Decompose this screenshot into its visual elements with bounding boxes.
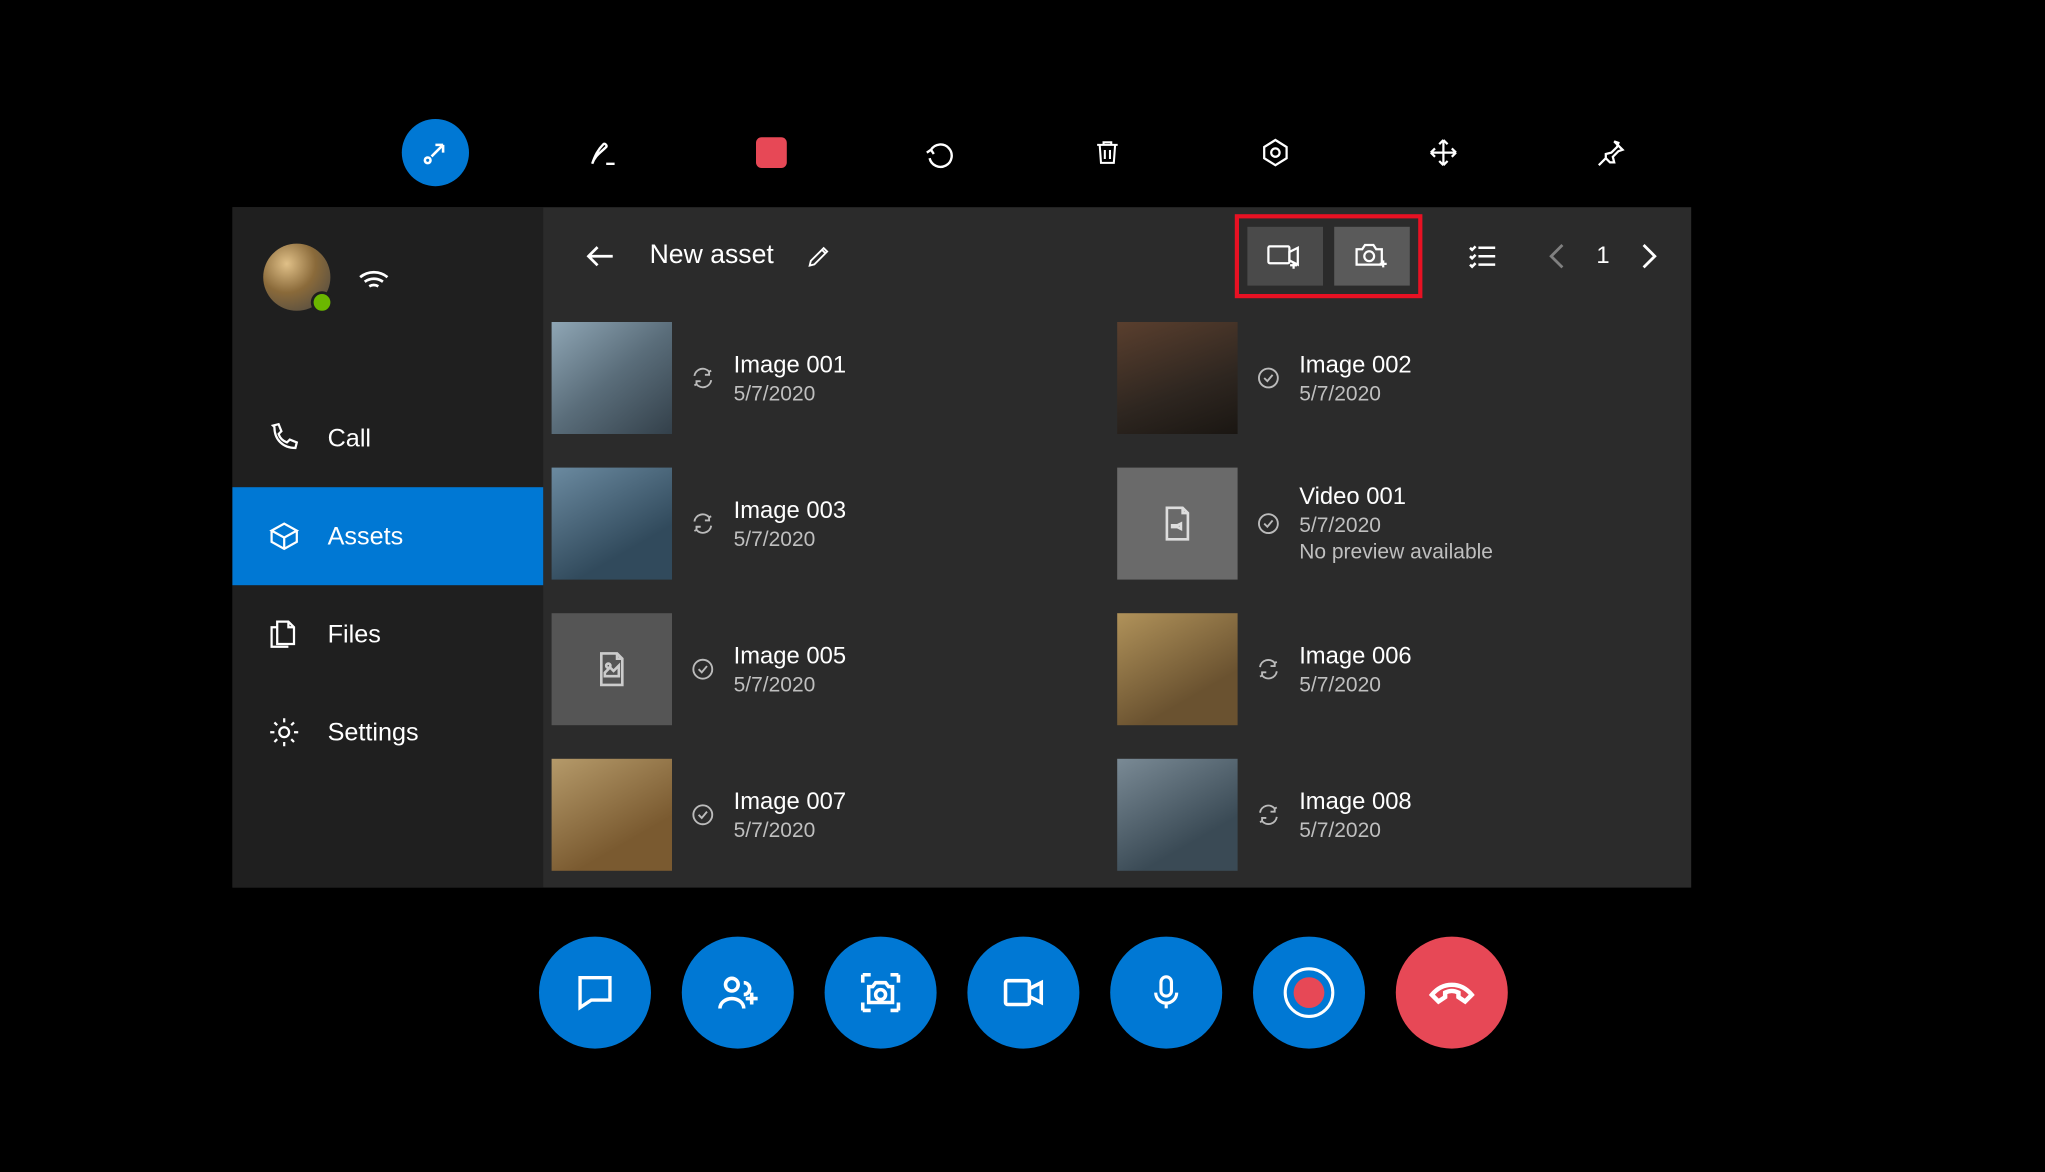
sidebar-label: Settings [328, 718, 419, 747]
asset-date: 5/7/2020 [734, 527, 846, 551]
shape-button[interactable] [1241, 119, 1308, 186]
asset-note: No preview available [1299, 540, 1493, 564]
color-button[interactable] [737, 119, 804, 186]
sidebar: Call Assets Files Settings [232, 207, 543, 887]
sidebar-label: Assets [328, 522, 404, 551]
page-number: 1 [1590, 242, 1615, 270]
asset-date: 5/7/2020 [1299, 514, 1493, 538]
move-button[interactable] [1409, 119, 1476, 186]
page-title: New asset [650, 241, 774, 272]
asset-title: Image 003 [734, 496, 846, 524]
take-photo-button[interactable] [1334, 227, 1410, 286]
add-people-button[interactable] [681, 937, 793, 1049]
pin-button[interactable] [1577, 119, 1644, 186]
color-swatch-red [755, 137, 786, 168]
phone-icon [266, 420, 302, 456]
asset-title: Image 001 [734, 351, 846, 379]
presence-indicator [311, 291, 333, 313]
collapse-arrow-button[interactable] [401, 119, 468, 186]
sidebar-item-assets[interactable]: Assets [232, 487, 543, 585]
sidebar-item-settings[interactable]: Settings [232, 683, 543, 781]
profile-row[interactable] [232, 232, 543, 322]
check-icon [1254, 511, 1282, 536]
sidebar-label: Files [328, 620, 381, 649]
sync-icon [689, 511, 717, 536]
asset-item[interactable]: Image 008 5/7/2020 [1117, 748, 1683, 882]
ink-button[interactable] [569, 119, 636, 186]
video-button[interactable] [967, 937, 1079, 1049]
asset-thumbnail [1117, 759, 1237, 871]
sidebar-item-call[interactable]: Call [232, 389, 543, 487]
network-icon [356, 259, 392, 295]
asset-item[interactable]: Image 005 5/7/2020 [552, 602, 1118, 736]
asset-grid: Image 001 5/7/2020 Image 002 5/7/2020 Im… [543, 305, 1691, 887]
asset-date: 5/7/2020 [1299, 382, 1411, 406]
sync-icon [689, 365, 717, 390]
asset-thumbnail [552, 322, 672, 434]
asset-item[interactable]: Image 002 5/7/2020 [1117, 311, 1683, 445]
sidebar-item-files[interactable]: Files [232, 585, 543, 683]
asset-date: 5/7/2020 [734, 673, 846, 697]
main-panel: Call Assets Files Settings New asset [232, 207, 1691, 887]
delete-button[interactable] [1073, 119, 1140, 186]
back-button[interactable] [580, 238, 622, 274]
sidebar-label: Call [328, 424, 371, 453]
select-mode-button[interactable] [1462, 239, 1504, 273]
asset-date: 5/7/2020 [734, 818, 846, 842]
mic-button[interactable] [1110, 937, 1222, 1049]
capture-button[interactable] [824, 937, 936, 1049]
asset-title: Image 007 [734, 788, 846, 816]
record-indicator [1293, 977, 1324, 1008]
annotation-toolbar [0, 119, 2045, 186]
content-header: New asset 1 [543, 207, 1691, 305]
chat-button[interactable] [538, 937, 650, 1049]
page-next-button[interactable] [1635, 242, 1663, 270]
check-icon [1254, 365, 1282, 390]
record-button[interactable] [1252, 937, 1364, 1049]
asset-date: 5/7/2020 [1299, 673, 1411, 697]
asset-title: Video 001 [1299, 483, 1493, 511]
avatar [263, 244, 330, 311]
asset-thumbnail-placeholder [552, 613, 672, 725]
asset-thumbnail-placeholder [1117, 468, 1237, 580]
asset-item[interactable]: Image 001 5/7/2020 [552, 311, 1118, 445]
asset-title: Image 006 [1299, 642, 1411, 670]
asset-title: Image 008 [1299, 788, 1411, 816]
check-icon [689, 657, 717, 682]
check-icon [689, 802, 717, 827]
files-icon [266, 616, 302, 652]
undo-button[interactable] [905, 119, 972, 186]
hangup-button[interactable] [1395, 937, 1507, 1049]
edit-title-button[interactable] [805, 242, 833, 270]
asset-item[interactable]: Image 003 5/7/2020 [552, 456, 1118, 590]
pager: 1 [1543, 242, 1663, 270]
asset-item[interactable]: Image 007 5/7/2020 [552, 748, 1118, 882]
record-video-button[interactable] [1247, 227, 1323, 286]
asset-date: 5/7/2020 [1299, 818, 1411, 842]
sync-icon [1254, 657, 1282, 682]
sync-icon [1254, 802, 1282, 827]
asset-date: 5/7/2020 [734, 382, 846, 406]
asset-thumbnail [1117, 322, 1237, 434]
asset-item[interactable]: Image 006 5/7/2020 [1117, 602, 1683, 736]
asset-title: Image 005 [734, 642, 846, 670]
page-prev-button[interactable] [1543, 242, 1571, 270]
asset-thumbnail [552, 468, 672, 580]
asset-title: Image 002 [1299, 351, 1411, 379]
capture-highlight-box [1235, 214, 1423, 298]
content-area: New asset 1 [543, 207, 1691, 887]
gear-icon [266, 714, 302, 750]
asset-thumbnail [552, 759, 672, 871]
call-bar [0, 937, 2045, 1049]
asset-thumbnail [1117, 613, 1237, 725]
box-icon [266, 518, 302, 554]
asset-item[interactable]: Video 001 5/7/2020 No preview available [1117, 456, 1683, 590]
